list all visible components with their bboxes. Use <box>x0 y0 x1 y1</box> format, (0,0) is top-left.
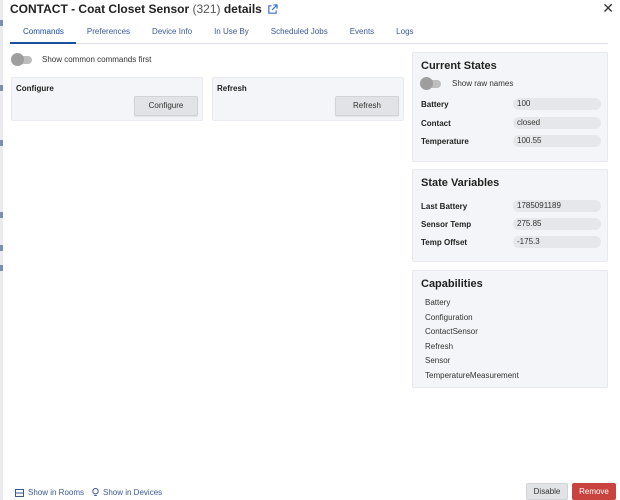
tab-in-use-by[interactable]: In Use By <box>203 22 260 44</box>
var-value-last-battery: 1785091189 <box>513 200 601 212</box>
capabilities-panel: Capabilities Battery Configuration Conta… <box>412 270 608 388</box>
toggle-knob <box>11 52 24 66</box>
show-in-devices-label: Show in Devices <box>103 488 163 497</box>
current-states-panel: Current States Show raw names Battery 10… <box>412 52 608 162</box>
command-card-refresh: Refresh Refresh <box>212 77 404 121</box>
state-label-temperature: Temperature <box>421 137 469 146</box>
edge-marker <box>0 265 3 271</box>
common-commands-row: Show common commands first <box>11 52 152 66</box>
close-icon[interactable]: ✕ <box>602 1 614 15</box>
tab-commands[interactable]: Commands <box>10 22 76 44</box>
title-device-id: (321) <box>192 2 221 16</box>
left-edge-strip <box>0 0 3 500</box>
tab-bar: Commands Preferences Device Info In Use … <box>10 22 608 44</box>
external-link-icon[interactable] <box>267 3 278 15</box>
tab-events[interactable]: Events <box>339 22 385 44</box>
title-device-name: CONTACT - Coat Closet Sensor <box>10 2 190 16</box>
capability-item: TemperatureMeasurement <box>425 371 519 380</box>
command-title: Refresh <box>217 84 247 93</box>
tab-scheduled-jobs[interactable]: Scheduled Jobs <box>260 22 339 44</box>
edge-marker <box>0 245 3 251</box>
disable-button[interactable]: Disable <box>526 483 568 500</box>
capability-item: Battery <box>425 298 451 307</box>
raw-names-toggle[interactable] <box>420 76 441 90</box>
rooms-icon <box>15 488 24 497</box>
common-commands-label: Show common commands first <box>42 55 152 64</box>
raw-names-row: Show raw names <box>420 76 514 90</box>
capabilities-title: Capabilities <box>421 278 483 290</box>
command-card-configure: Configure Configure <box>11 77 203 121</box>
edge-marker <box>0 85 3 91</box>
var-label-sensor-temp: Sensor Temp <box>421 220 472 229</box>
state-label-battery: Battery <box>421 100 449 109</box>
show-in-rooms-link[interactable]: Show in Rooms <box>15 488 84 497</box>
raw-names-label: Show raw names <box>452 79 514 88</box>
tab-preferences[interactable]: Preferences <box>76 22 141 44</box>
capability-item: Configuration <box>425 313 473 322</box>
capability-item: Refresh <box>425 342 454 351</box>
edge-marker <box>0 212 3 218</box>
show-in-rooms-label: Show in Rooms <box>28 488 85 497</box>
tab-logs[interactable]: Logs <box>385 22 424 44</box>
refresh-button[interactable]: Refresh <box>335 96 399 116</box>
var-value-temp-offset: -175.3 <box>513 236 601 248</box>
dialog-header: CONTACT - Coat Closet Sensor (321) detai… <box>10 0 616 18</box>
state-variables-title: State Variables <box>421 177 500 189</box>
show-in-devices-link[interactable]: Show in Devices <box>92 488 162 497</box>
var-label-last-battery: Last Battery <box>421 202 468 211</box>
var-value-sensor-temp: 275.85 <box>513 218 601 230</box>
state-value-contact: closed <box>513 117 601 129</box>
state-value-battery: 100 <box>513 98 601 110</box>
state-value-temperature: 100.55 <box>513 135 601 147</box>
edge-marker <box>0 20 3 26</box>
capability-item: ContactSensor <box>425 327 478 336</box>
tab-device-info[interactable]: Device Info <box>141 22 203 44</box>
page-title: CONTACT - Coat Closet Sensor (321) detai… <box>10 2 262 16</box>
lightbulb-icon <box>92 488 99 496</box>
current-states-title: Current States <box>421 60 497 72</box>
configure-button[interactable]: Configure <box>134 96 198 116</box>
capability-item: Sensor <box>425 356 451 365</box>
state-label-contact: Contact <box>421 119 451 128</box>
command-title: Configure <box>16 84 54 93</box>
remove-button[interactable]: Remove <box>572 483 616 500</box>
toggle-knob <box>420 76 433 90</box>
state-variables-panel: State Variables Last Battery 1785091189 … <box>412 169 608 262</box>
edge-marker <box>0 140 3 146</box>
title-suffix: details <box>223 2 262 16</box>
common-commands-toggle[interactable] <box>11 52 32 66</box>
var-label-temp-offset: Temp Offset <box>421 238 468 247</box>
